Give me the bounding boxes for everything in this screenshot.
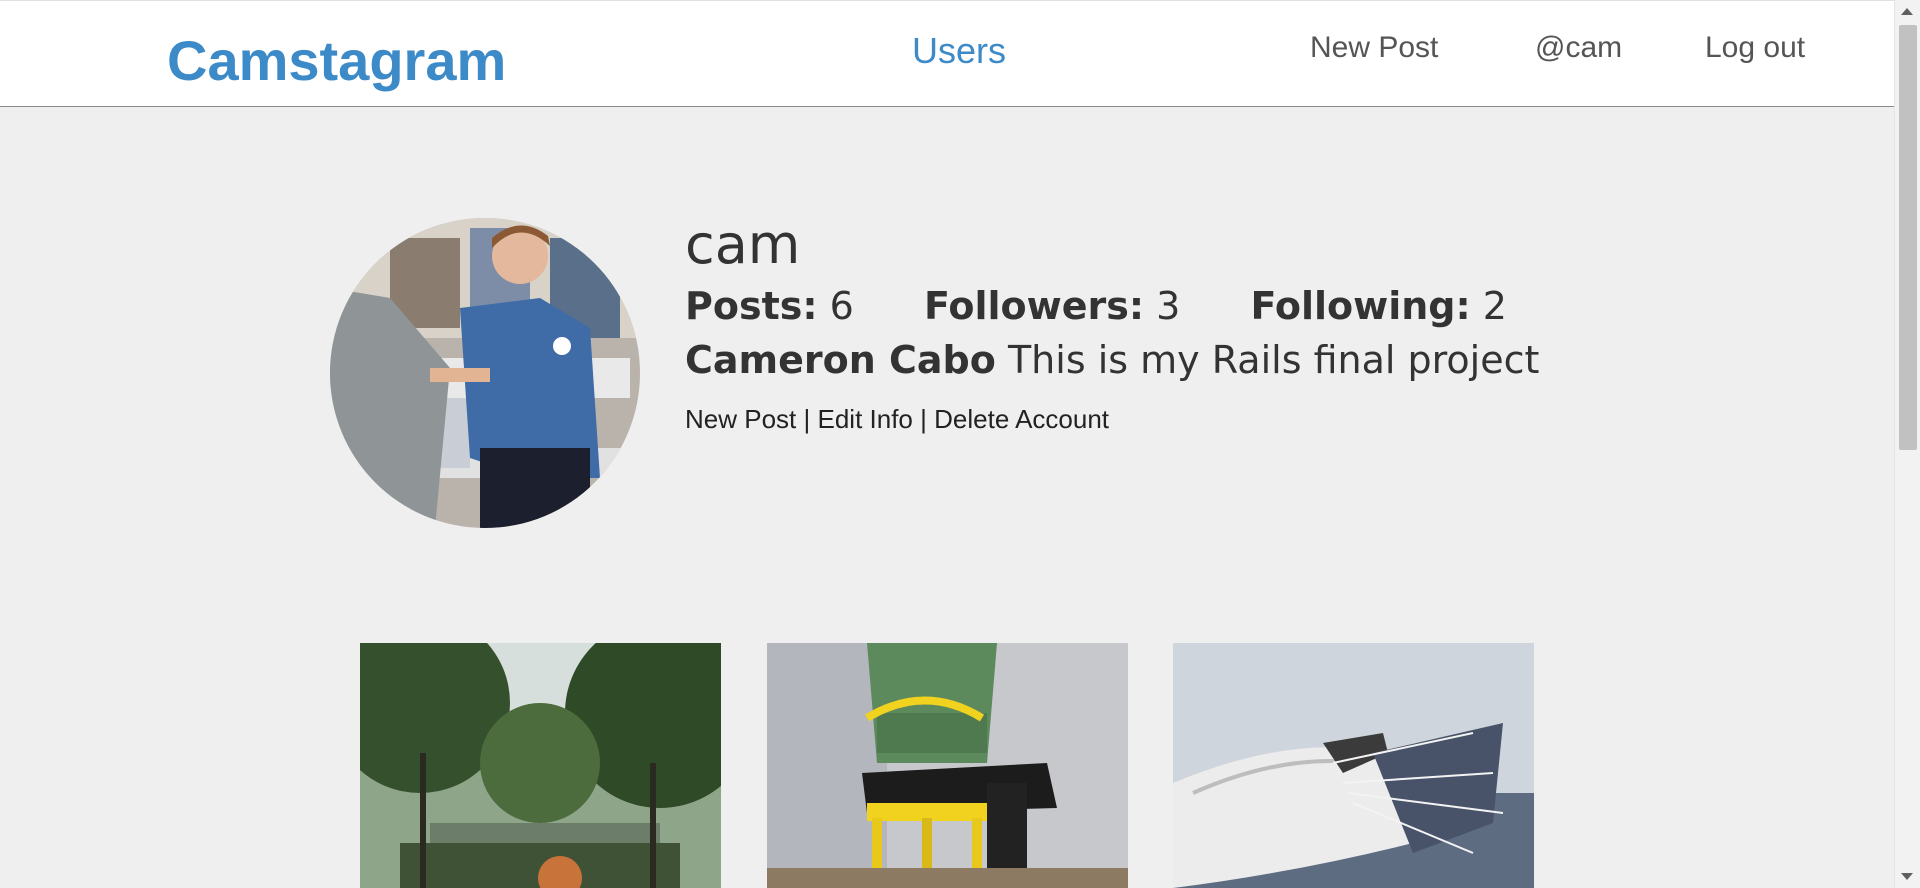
- new-post-link[interactable]: New Post: [685, 404, 796, 434]
- profile-bio: Cameron Cabo This is my Rails final proj…: [685, 338, 1539, 382]
- nav-logout-link[interactable]: Log out: [1705, 30, 1805, 66]
- scrollbar[interactable]: [1894, 0, 1920, 888]
- profile-full-name: Cameron Cabo: [685, 338, 996, 382]
- separator: |: [803, 404, 811, 434]
- profile-bio-text: This is my Rails final project: [1007, 338, 1540, 382]
- stat-value: 2: [1482, 284, 1507, 328]
- scroll-down-arrow-icon[interactable]: [1901, 873, 1913, 880]
- delete-account-link[interactable]: Delete Account: [934, 404, 1109, 434]
- profile-actions: New Post | Edit Info | Delete Account: [685, 404, 1109, 434]
- stat-label: Posts:: [685, 284, 818, 328]
- edit-info-link[interactable]: Edit Info: [818, 404, 913, 434]
- stat-label: Followers:: [923, 284, 1145, 328]
- stat-posts: Posts: 6: [685, 284, 854, 328]
- stat-following: Following: 2: [1250, 284, 1507, 328]
- scrollbar-thumb[interactable]: [1899, 25, 1917, 450]
- separator: |: [920, 404, 927, 434]
- nav-users-link[interactable]: Users: [912, 31, 1006, 71]
- post-thumbnail[interactable]: [360, 643, 721, 888]
- stat-value: 3: [1156, 284, 1181, 328]
- profile-stats: Posts: 6 Followers: 3 Following: 2: [685, 284, 1565, 328]
- stat-label: Following:: [1250, 284, 1471, 328]
- post-thumbnail[interactable]: [767, 643, 1128, 888]
- post-thumbnail[interactable]: [1173, 643, 1534, 888]
- nav-new-post-link[interactable]: New Post: [1310, 30, 1438, 66]
- brand-logo[interactable]: Camstagram: [167, 29, 506, 93]
- profile-username: cam: [685, 213, 801, 276]
- stat-value: 6: [829, 284, 854, 328]
- navbar: Camstagram Users New Post @cam Log out: [0, 0, 1894, 107]
- scroll-up-arrow-icon[interactable]: [1901, 8, 1913, 15]
- stat-followers: Followers: 3: [924, 284, 1180, 328]
- nav-profile-link[interactable]: @cam: [1535, 30, 1622, 66]
- profile-avatar: [330, 218, 640, 528]
